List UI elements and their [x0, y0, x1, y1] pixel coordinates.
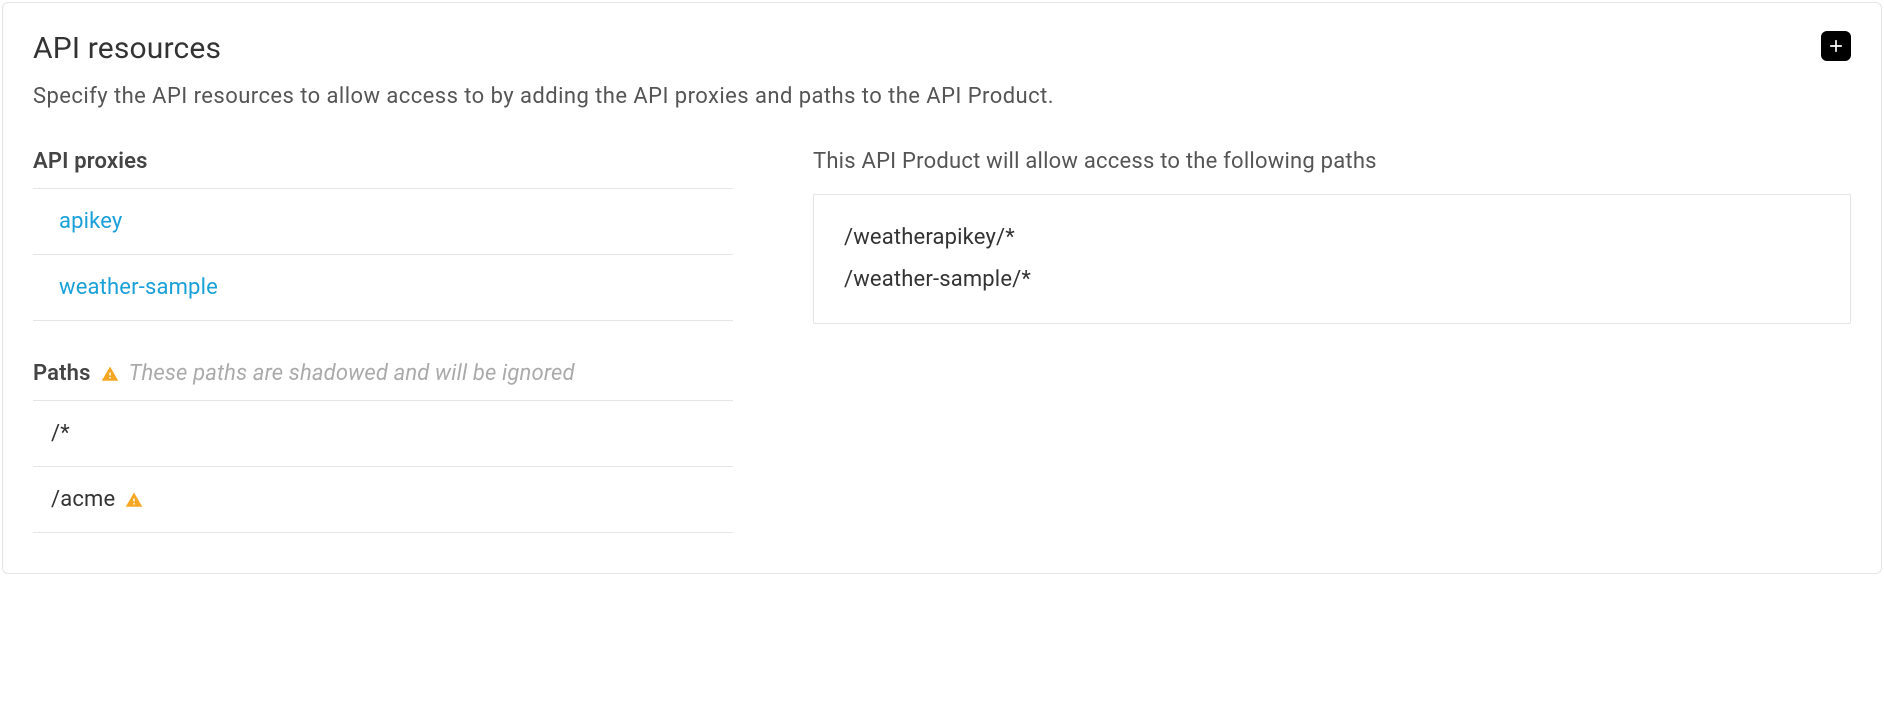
- allowed-paths-box: /weatherapikey/*/weather-sample/*: [813, 194, 1851, 324]
- path-row: /*: [33, 401, 733, 467]
- panel-description: Specify the API resources to allow acces…: [33, 84, 1851, 109]
- api-proxies-header-text: API proxies: [33, 149, 148, 174]
- paths-header-text: Paths: [33, 361, 91, 386]
- api-resources-panel: API resources Specify the API resources …: [2, 2, 1882, 574]
- api-proxies-header: API proxies: [33, 149, 733, 189]
- warning-icon: [125, 491, 143, 509]
- add-resource-button[interactable]: [1821, 31, 1851, 61]
- warning-icon: [101, 365, 119, 383]
- paths-header: Paths These paths are shadowed and will …: [33, 361, 733, 401]
- proxy-link[interactable]: apikey: [33, 189, 733, 255]
- path-row: /acme: [33, 467, 733, 533]
- path-text: /*: [51, 421, 70, 446]
- panel-title: API resources: [33, 31, 221, 66]
- proxy-link[interactable]: weather-sample: [33, 255, 733, 321]
- allowed-path: /weather-sample/*: [844, 259, 1820, 301]
- plus-icon: [1826, 36, 1846, 56]
- path-text: /acme: [51, 487, 115, 512]
- allowed-path: /weatherapikey/*: [844, 217, 1820, 259]
- allowed-paths-header: This API Product will allow access to th…: [813, 149, 1851, 174]
- paths-warning-note: These paths are shadowed and will be ign…: [129, 361, 575, 386]
